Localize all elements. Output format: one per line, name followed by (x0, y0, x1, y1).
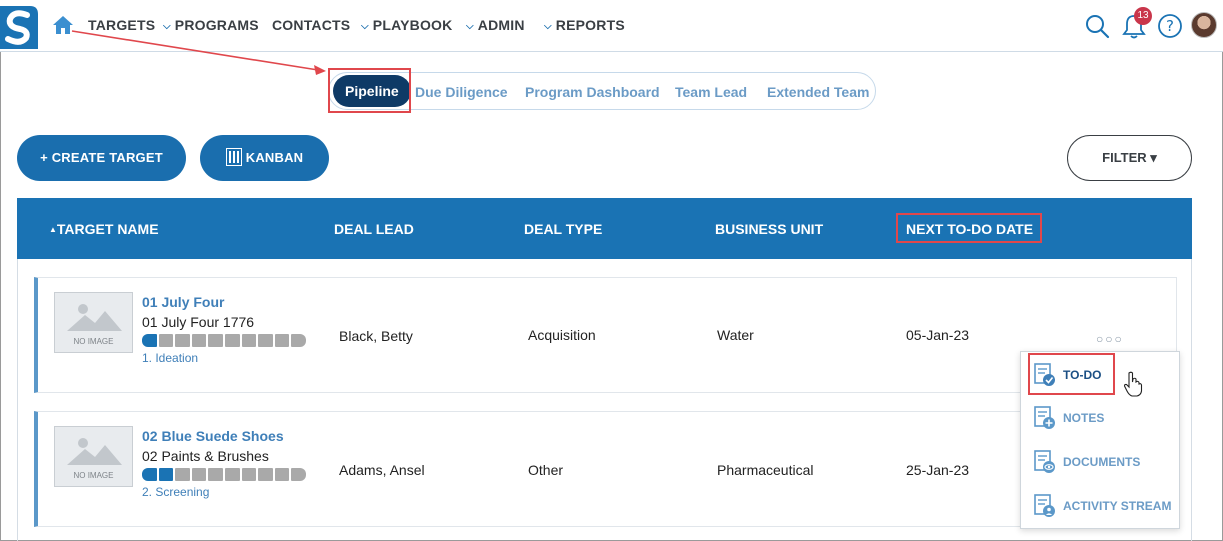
chevron-down-icon: ⌵ (361, 21, 369, 32)
chevron-down-icon: ⌵ (466, 21, 474, 32)
stage-segment (274, 334, 290, 347)
nav-targets[interactable]: TARGETS (88, 17, 155, 33)
stage-segment (291, 334, 306, 347)
image-placeholder-icon (67, 304, 122, 331)
nav-reports[interactable]: ⌵ REPORTS (544, 17, 625, 33)
col-business-unit[interactable]: BUSINESS UNIT (715, 221, 823, 237)
kanban-button[interactable]: KANBAN (200, 135, 329, 181)
tab-program-dashboard[interactable]: Program Dashboard (525, 84, 660, 100)
deal-type-cell: Acquisition (528, 327, 596, 343)
nav-playbook[interactable]: ⌵ PLAYBOOK (361, 17, 452, 33)
nav-admin[interactable]: ⌵ ADMIN (466, 17, 525, 33)
next-todo-cell: 05-Jan-23 (906, 327, 970, 343)
menu-item-activity-stream[interactable]: ACTIVITY STREAM (1033, 492, 1171, 520)
stage-segment (291, 468, 306, 481)
nav-contacts[interactable]: CONTACTS (272, 17, 350, 33)
stage-segment (224, 334, 240, 347)
highlight-box-todo (1028, 353, 1115, 395)
nav-programs[interactable]: ⌵ PROGRAMS (163, 17, 259, 33)
stage-segment (175, 468, 190, 481)
target-subtitle: 01 July Four 1776 (142, 314, 255, 330)
col-deal-lead[interactable]: DEAL LEAD (334, 221, 414, 237)
no-image-placeholder: NO IMAGE (54, 292, 133, 353)
stage-segment (241, 468, 257, 481)
deal-lead-cell: Black, Betty (339, 328, 413, 344)
target-name-link[interactable]: 02 Blue Suede Shoes (142, 428, 284, 444)
more-options-icon[interactable]: ○○○ (1096, 332, 1124, 346)
stage-segment (224, 468, 240, 481)
filter-button[interactable]: FILTER ▾ (1067, 135, 1192, 181)
table-row[interactable]: NO IMAGE 02 Blue Suede Shoes 02 Paints &… (34, 411, 1177, 527)
no-image-placeholder: NO IMAGE (54, 426, 133, 487)
business-unit-cell: Pharmaceutical (717, 462, 814, 478)
stage-segment (142, 334, 157, 347)
menu-item-notes[interactable]: NOTES (1033, 404, 1104, 432)
tab-extended-team[interactable]: Extended Team (767, 84, 869, 100)
business-unit-cell: Water (717, 327, 754, 343)
stage-segment (191, 468, 207, 481)
stage-label: 2. Screening (142, 485, 210, 499)
kanban-icon (225, 148, 242, 166)
svg-text:?: ? (1166, 17, 1174, 35)
chevron-down-icon: ⌵ (163, 21, 171, 32)
notification-badge: 13 (1134, 7, 1152, 25)
stage-segment (158, 468, 174, 481)
chevron-down-icon: ⌵ (544, 21, 552, 32)
stage-segment (158, 334, 174, 347)
stage-segment (258, 334, 273, 347)
kanban-label: KANBAN (245, 150, 304, 165)
stage-segment (142, 468, 157, 481)
image-placeholder-icon (67, 438, 122, 465)
tab-due-diligence[interactable]: Due Diligence (415, 84, 508, 100)
target-name-link[interactable]: 01 July Four (142, 294, 224, 310)
stage-segment (274, 468, 290, 481)
deal-lead-cell: Adams, Ansel (339, 462, 425, 478)
stage-segment (208, 334, 223, 347)
create-target-button[interactable]: + CREATE TARGET (17, 135, 186, 181)
top-navigation: TARGETS ⌵ PROGRAMS CONTACTS ⌵ PLAYBOOK ⌵ AD… (0, 0, 1223, 52)
highlight-box-next-todo (896, 213, 1042, 243)
highlight-box-pipeline (328, 68, 411, 113)
documents-icon (1034, 450, 1055, 473)
stage-segment (241, 334, 257, 347)
stage-progress-bar (142, 334, 306, 347)
search-icon[interactable] (1084, 13, 1110, 39)
hand-pointer-icon (1123, 371, 1143, 397)
menu-item-documents[interactable]: DOCUMENTS (1033, 448, 1140, 476)
col-deal-type[interactable]: DEAL TYPE (524, 221, 602, 237)
table-row[interactable]: NO IMAGE 01 July Four 01 July Four 1776 … (34, 277, 1177, 393)
help-icon[interactable]: ? (1157, 13, 1183, 39)
deal-type-cell: Other (528, 462, 564, 478)
logo-icon[interactable] (0, 3, 40, 49)
next-todo-cell: 25-Jan-23 (906, 462, 970, 478)
activity-stream-icon (1034, 494, 1055, 517)
col-target-name[interactable]: ▲TARGET NAME (49, 221, 159, 237)
tab-team-lead[interactable]: Team Lead (675, 84, 747, 100)
stage-segment (208, 468, 223, 481)
stage-segment (175, 334, 190, 347)
table-body: NO IMAGE 01 July Four 01 July Four 1776 … (17, 259, 1192, 541)
home-icon[interactable] (52, 14, 74, 36)
stage-segment (191, 334, 207, 347)
stage-label: 1. Ideation (142, 351, 199, 365)
avatar[interactable] (1191, 12, 1217, 38)
target-subtitle: 02 Paints & Brushes (142, 448, 269, 464)
stage-progress-bar (142, 468, 306, 481)
stage-segment (258, 468, 273, 481)
notes-icon (1034, 406, 1055, 429)
